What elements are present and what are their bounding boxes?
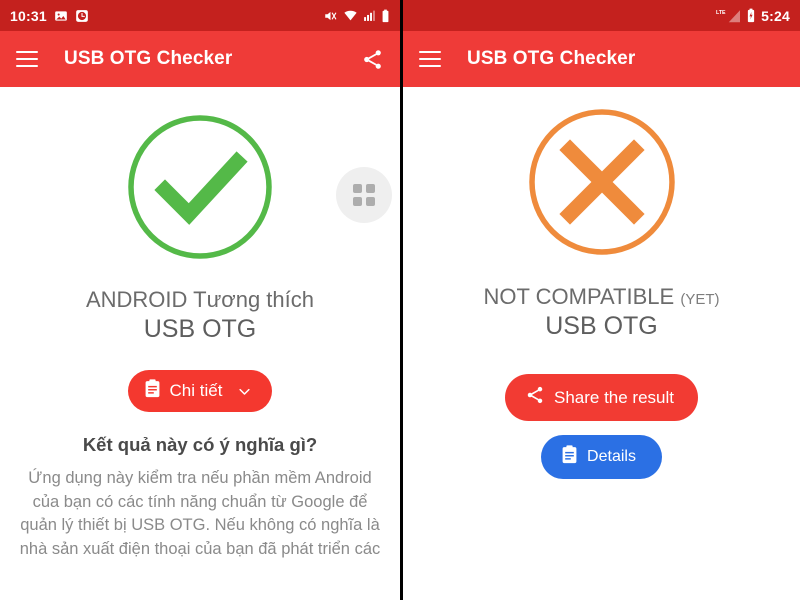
content-right: NOT COMPATIBLE (YET) USB OTG Share the r…	[403, 87, 800, 600]
app-title-right: USB OTG Checker	[467, 48, 636, 69]
app-bar-left: USB OTG Checker	[0, 31, 400, 87]
svg-text:LTE: LTE	[716, 10, 726, 16]
status-bar-right: LTE 5:24	[403, 0, 800, 31]
share-result-button-label: Share the result	[553, 387, 674, 407]
share-icon[interactable]	[361, 48, 384, 71]
status-bar-left: 10:31	[0, 0, 400, 31]
hamburger-icon[interactable]	[419, 51, 441, 67]
app-bar-right: USB OTG Checker	[403, 31, 800, 87]
result-subtitle-left: USB OTG	[143, 315, 257, 344]
result-title-right: NOT COMPATIBLE (YET)	[484, 283, 720, 311]
apps-grid-icon[interactable]	[336, 167, 392, 223]
app-title-left: USB OTG Checker	[64, 48, 233, 69]
mute-icon	[323, 9, 338, 23]
x-circle-icon	[524, 104, 680, 265]
status-bar-right-group-2: LTE 5:24	[715, 8, 790, 24]
result-title-left: ANDROID Tương thích	[85, 287, 315, 312]
dual-screenshot-comparison: 10:31 USB OTG Checker ANDROID Tương thíc…	[0, 0, 800, 600]
check-circle-icon	[124, 111, 276, 268]
clipboard-icon	[144, 379, 161, 403]
lte-icon: LTE	[715, 8, 741, 23]
share-result-button[interactable]: Share the result	[504, 374, 698, 422]
alarm-icon	[75, 9, 89, 23]
details-button-vi[interactable]: Chi tiết	[127, 370, 273, 413]
share-icon	[525, 385, 545, 410]
signal-icon	[363, 9, 376, 22]
battery-charging-icon	[746, 8, 756, 23]
battery-icon	[381, 9, 390, 23]
status-bar-clock-right: 5:24	[761, 7, 790, 24]
details-button-en-label: Details	[587, 448, 636, 466]
phone-screen-compatible: 10:31 USB OTG Checker ANDROID Tương thíc…	[0, 0, 400, 600]
wifi-icon	[343, 9, 358, 23]
details-button-vi-label: Chi tiết	[169, 381, 223, 401]
status-bar-clock: 10:31	[10, 7, 47, 24]
details-button-en[interactable]: Details	[541, 435, 662, 480]
chevron-down-icon	[237, 384, 252, 399]
status-bar-left-group: 10:31	[10, 8, 89, 24]
explanation-body: Ứng dụng này kiểm tra nếu phần mềm Andro…	[19, 469, 381, 558]
status-bar-right-group	[323, 9, 390, 23]
result-title-right-suffix: (YET)	[680, 291, 720, 308]
clipboard-icon	[561, 445, 578, 469]
image-icon	[54, 9, 68, 23]
explanation-heading: Kết quả này có ý nghĩa gì?	[82, 434, 318, 456]
content-left: ANDROID Tương thích USB OTG Chi tiết Kết…	[0, 87, 400, 600]
hamburger-icon[interactable]	[16, 51, 38, 67]
result-subtitle-right: USB OTG	[545, 312, 658, 341]
result-title-right-main: NOT COMPATIBLE	[483, 284, 675, 309]
phone-screen-not-compatible: LTE 5:24 USB OTG Checker NOT COMPATIBLE …	[400, 0, 800, 600]
